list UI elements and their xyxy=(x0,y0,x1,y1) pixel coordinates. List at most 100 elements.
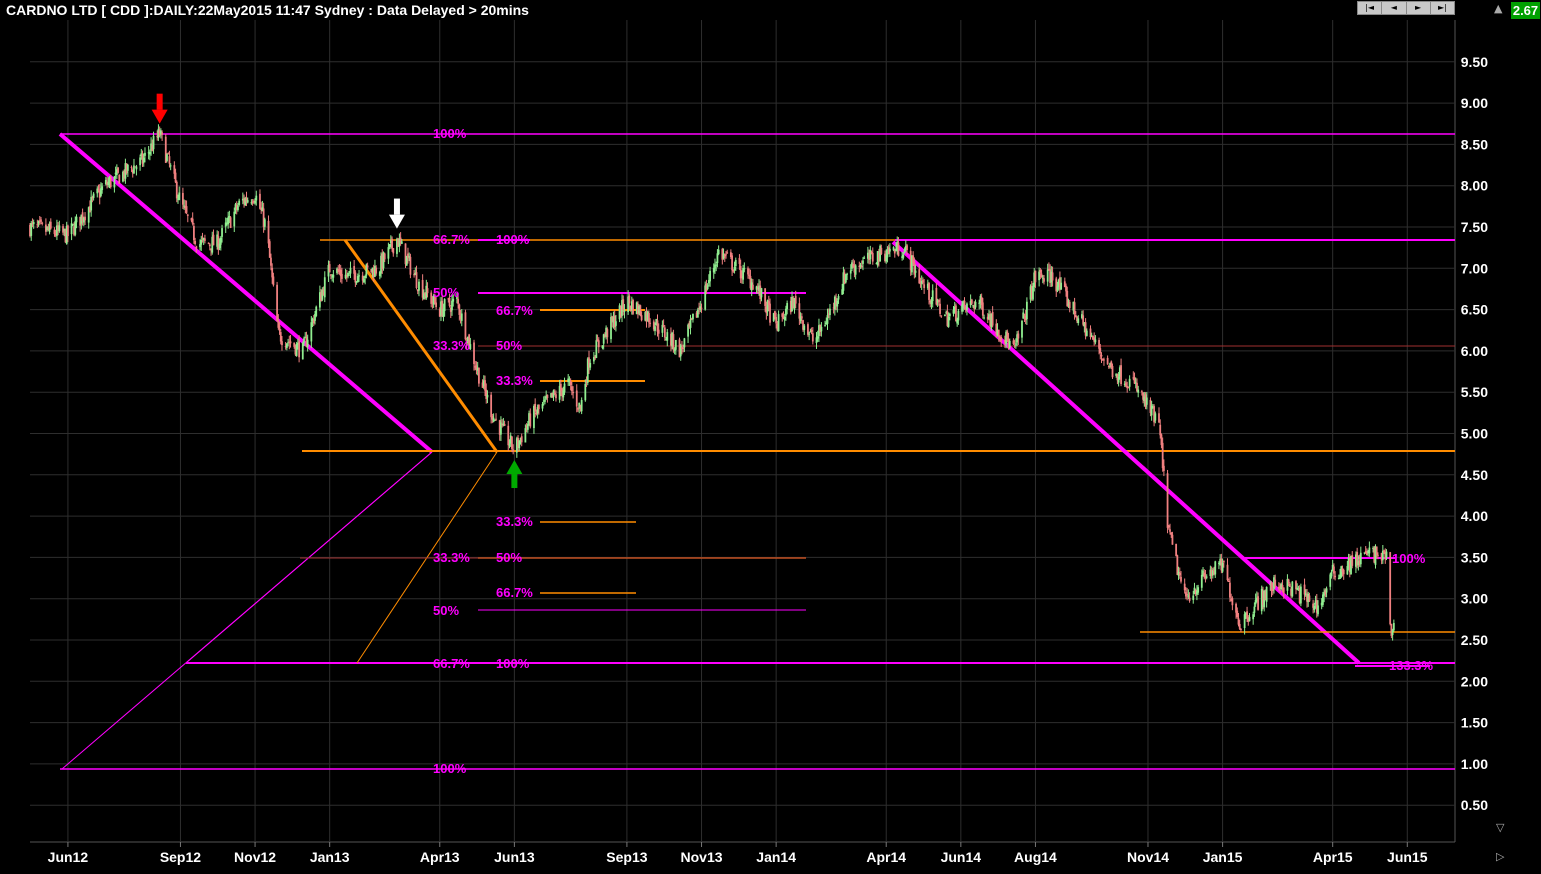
candle-body xyxy=(648,313,650,323)
candle-body xyxy=(888,248,891,252)
candle-body xyxy=(816,336,819,339)
candle-body xyxy=(126,164,129,171)
candle-body xyxy=(90,196,93,211)
candle-body xyxy=(595,340,598,358)
candle-body xyxy=(117,167,119,173)
candle-body xyxy=(785,308,787,316)
candle-body xyxy=(281,341,283,346)
candle-body xyxy=(572,392,574,394)
candle-body xyxy=(1288,583,1291,587)
candle-body xyxy=(175,181,178,199)
candle-body xyxy=(666,332,669,341)
candle-body xyxy=(700,307,703,309)
candle-body xyxy=(807,324,809,335)
candle-body xyxy=(922,280,924,283)
x-tick-label: Jun14 xyxy=(941,849,982,865)
previous-page-icon[interactable]: ◄ xyxy=(1382,2,1407,14)
candle-body xyxy=(1229,582,1231,598)
candle-body xyxy=(53,229,56,235)
candle-body xyxy=(1248,616,1251,622)
candle-body xyxy=(918,269,921,284)
candle-body xyxy=(464,312,467,340)
candle-body xyxy=(553,392,556,394)
fib-label: 66.7% xyxy=(433,656,470,671)
candle-body xyxy=(1032,286,1034,300)
last-page-icon[interactable]: ►| xyxy=(1431,2,1454,14)
fib-label: 100% xyxy=(496,656,530,671)
price-chart[interactable]: 100% 66.7% 100% 50% 66.7% 33.3% 50% 33.3% 33.3% 3… xyxy=(0,0,1541,874)
candle-body xyxy=(1021,320,1023,338)
candle-body xyxy=(58,225,61,232)
candle-body xyxy=(1038,271,1041,281)
candle-body xyxy=(589,362,592,368)
candle-body xyxy=(173,165,176,174)
candle-body xyxy=(193,226,195,241)
y-tick-label: 6.00 xyxy=(1461,343,1488,359)
y-tick-label: 8.00 xyxy=(1461,178,1488,194)
candle-body xyxy=(947,316,950,327)
x-tick-label: Aug14 xyxy=(1014,849,1057,865)
candle-body xyxy=(1094,339,1097,343)
candle-body xyxy=(1008,341,1011,348)
y-tick-label: 7.50 xyxy=(1461,219,1488,235)
candle-body xyxy=(1013,345,1016,347)
scroll-down-icon[interactable]: ▽ xyxy=(1496,821,1504,834)
candle-body xyxy=(1025,301,1028,320)
candle-body xyxy=(484,380,486,391)
candle-body xyxy=(1342,569,1345,575)
candle-body xyxy=(716,253,719,263)
candle-body xyxy=(1034,270,1037,283)
x-tick-label: Sep13 xyxy=(606,849,647,865)
scroll-up-icon[interactable]: ▲ xyxy=(1494,2,1502,15)
fib-label: 33.3% xyxy=(433,338,470,353)
candle-body xyxy=(1287,579,1290,583)
candle-body xyxy=(152,135,155,150)
candle-body xyxy=(529,413,532,427)
candle-body xyxy=(392,247,395,254)
scroll-right-icon[interactable]: ▷ xyxy=(1496,850,1504,863)
candle-body xyxy=(563,383,566,393)
candle-body xyxy=(1299,586,1302,604)
candle-body xyxy=(520,436,523,443)
candle-body xyxy=(259,193,261,209)
y-tick-label: 3.00 xyxy=(1461,591,1488,607)
candle-body xyxy=(1120,365,1122,385)
x-tick-label: Jun12 xyxy=(48,849,89,865)
y-tick-label: 2.50 xyxy=(1461,632,1488,648)
candle-body xyxy=(1227,580,1230,582)
candle-body xyxy=(662,325,665,327)
candle-body xyxy=(914,270,917,273)
candle-body xyxy=(1140,391,1143,393)
candle-body xyxy=(897,242,900,256)
candle-body xyxy=(1127,387,1130,389)
next-page-icon[interactable]: ► xyxy=(1407,2,1431,14)
candle-body xyxy=(1351,555,1354,566)
candle-body xyxy=(486,394,489,398)
candle-body xyxy=(166,154,168,161)
candle-body xyxy=(435,302,437,308)
candle-body xyxy=(679,345,682,357)
y-tick-label: 9.50 xyxy=(1461,54,1488,70)
candle-body xyxy=(84,216,86,221)
first-page-icon[interactable]: |◄ xyxy=(1358,2,1383,14)
candle-body xyxy=(974,301,977,308)
candle-body xyxy=(1012,340,1015,344)
fib-label: 33.3% xyxy=(433,550,470,565)
arrow-down-icon xyxy=(156,93,163,110)
candle-body xyxy=(809,331,812,333)
y-tick-label: 1.50 xyxy=(1461,715,1488,731)
candle-body xyxy=(1291,581,1294,597)
candle-body xyxy=(869,249,872,260)
candle-body xyxy=(142,157,145,163)
candle-body xyxy=(1238,623,1241,629)
candle-body xyxy=(1359,552,1362,565)
candle-body xyxy=(1274,579,1277,587)
candle-body xyxy=(194,241,197,245)
candle-body xyxy=(113,176,116,188)
candle-body xyxy=(148,151,151,155)
candle-body xyxy=(997,329,1000,337)
candle-body xyxy=(181,192,184,205)
y-tick-label: 3.50 xyxy=(1461,549,1488,565)
y-axis: 9.50 9.00 8.50 8.00 7.50 7.00 6.50 6.00 5.50 5.00… xyxy=(1461,54,1488,813)
candle-body xyxy=(503,424,506,426)
